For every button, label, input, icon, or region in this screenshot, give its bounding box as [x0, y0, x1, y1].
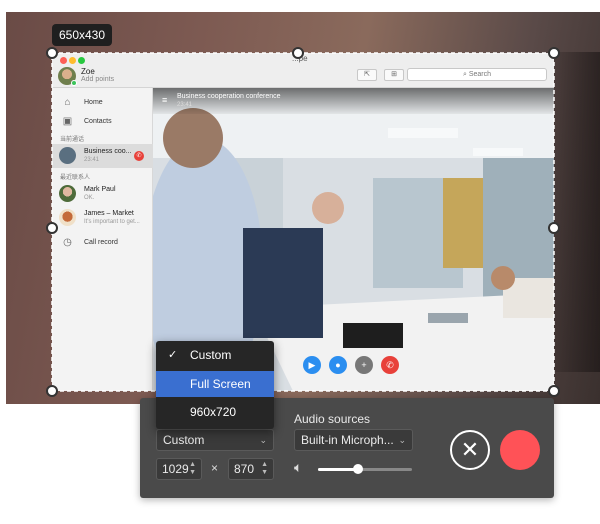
user-name: Zoe — [81, 67, 95, 76]
camera-button[interactable]: ▶ — [303, 356, 321, 374]
close-window-icon[interactable] — [60, 57, 67, 64]
dropdown-option-custom[interactable]: ✓ Custom — [156, 342, 274, 368]
volume-slider-fill — [318, 468, 359, 471]
dropdown-option-960x720[interactable]: 960x720 — [156, 399, 274, 425]
current-call-item[interactable]: Business coo... 23:41 ✆ — [52, 144, 153, 168]
section-recent-contacts: 最近联系人 — [60, 175, 91, 181]
width-stepper[interactable]: 1029 ▲ ▼ — [156, 458, 202, 480]
user-status[interactable]: Add points — [81, 76, 114, 83]
record-button[interactable] — [500, 430, 540, 470]
avatar — [59, 185, 76, 202]
resize-handle-right[interactable] — [548, 222, 560, 234]
resize-handle-top-left[interactable] — [46, 47, 58, 59]
grid-view-button[interactable]: ⊞ — [384, 69, 404, 81]
resize-handle-left[interactable] — [46, 222, 58, 234]
region-select[interactable]: Custom ⌄ — [156, 429, 274, 451]
chevron-down-icon: ⌄ — [259, 435, 267, 445]
sidebar-item-call-record[interactable]: ◷ Call record — [52, 234, 153, 252]
checkmark-icon: ✓ — [168, 349, 178, 361]
sidebar-item-label: Home — [84, 99, 103, 106]
captured-app-window: ...pe Zoe Add points ⇱ ⊞ ⌕ Search ⌂ Home… — [52, 53, 554, 391]
sidebar-item-home[interactable]: ⌂ Home — [52, 94, 153, 112]
video-header: ≡ Business cooperation conference 23:41 — [153, 88, 554, 114]
capture-size-badge: 650x430 — [52, 24, 112, 46]
dropdown-option-label: Full Screen — [190, 377, 251, 391]
dropdown-option-label: 960x720 — [190, 405, 237, 419]
share-screen-button[interactable]: ⇱ — [357, 69, 377, 81]
resize-handle-bottom-left[interactable] — [46, 385, 58, 397]
menu-icon[interactable]: ≡ — [162, 95, 167, 105]
contact-message: It's important to get... — [84, 219, 140, 225]
avatar — [59, 209, 76, 226]
contacts-icon: ▣ — [62, 116, 73, 127]
section-current-call: 当前通话 — [60, 137, 85, 143]
contact-name: James – Market — [84, 210, 134, 217]
chevron-down-icon: ⌄ — [398, 435, 406, 445]
search-input[interactable]: ⌕ Search — [407, 68, 547, 81]
height-value: 870 — [234, 462, 255, 476]
call-duration: 23:41 — [177, 102, 193, 108]
end-call-button[interactable]: ✆ — [381, 356, 399, 374]
phone-avatar-icon — [59, 147, 76, 164]
clock-icon: ◷ — [63, 237, 72, 248]
resize-handle-top-right[interactable] — [548, 47, 560, 59]
contact-name: Mark Paul — [84, 186, 116, 193]
contact-message: OK. — [84, 195, 95, 201]
search-placeholder: Search — [468, 71, 492, 78]
audio-source-value: Built-in Microph... — [301, 433, 394, 447]
cancel-button[interactable]: ✕ — [450, 430, 490, 470]
stepper-arrows-icon[interactable]: ▲ ▼ — [189, 461, 196, 477]
call-title: Business cooperation conference — [177, 93, 281, 100]
dimension-separator: × — [211, 461, 219, 475]
current-call-name: Business coo... — [84, 148, 132, 155]
sidebar-item-contacts[interactable]: ▣ Contacts — [52, 113, 153, 131]
sidebar-item-label: Call record — [84, 239, 118, 246]
height-stepper[interactable]: 870 ▲ ▼ — [228, 458, 274, 480]
minimize-window-icon[interactable] — [69, 57, 76, 64]
dropdown-option-full-screen[interactable]: Full Screen — [156, 371, 274, 397]
resize-handle-bottom-right[interactable] — [548, 385, 560, 397]
sidebar-item-label: Contacts — [84, 118, 112, 125]
app-titlebar: ...pe Zoe Add points ⇱ ⊞ ⌕ Search — [52, 53, 554, 88]
resize-handle-top[interactable] — [292, 47, 304, 59]
online-status-icon — [71, 80, 77, 86]
volume-icon[interactable]: 🔈︎ — [294, 459, 302, 476]
user-avatar[interactable] — [58, 67, 77, 86]
add-participant-button[interactable]: + — [355, 356, 373, 374]
volume-slider[interactable] — [318, 464, 412, 474]
list-item[interactable]: Mark Paul OK. — [52, 182, 153, 206]
list-item[interactable]: James – Market It's important to get... — [52, 206, 153, 230]
microphone-button[interactable]: ● — [329, 356, 347, 374]
home-icon: ⌂ — [64, 97, 71, 108]
hangup-icon[interactable]: ✆ — [134, 151, 144, 161]
maximize-window-icon[interactable] — [78, 57, 85, 64]
sidebar: ⌂ Home ▣ Contacts 当前通话 Business coo... 2… — [52, 88, 153, 391]
region-dropdown-menu: ✓ Custom Full Screen 960x720 — [156, 341, 274, 429]
region-select-value: Custom — [163, 433, 205, 447]
audio-sources-label: Audio sources — [294, 412, 371, 426]
width-value: 1029 — [162, 462, 189, 476]
stepper-arrows-icon[interactable]: ▲ ▼ — [261, 461, 268, 477]
audio-source-select[interactable]: Built-in Microph... ⌄ — [294, 429, 413, 451]
dropdown-option-label: Custom — [190, 348, 232, 362]
current-call-time: 23:41 — [84, 157, 100, 163]
